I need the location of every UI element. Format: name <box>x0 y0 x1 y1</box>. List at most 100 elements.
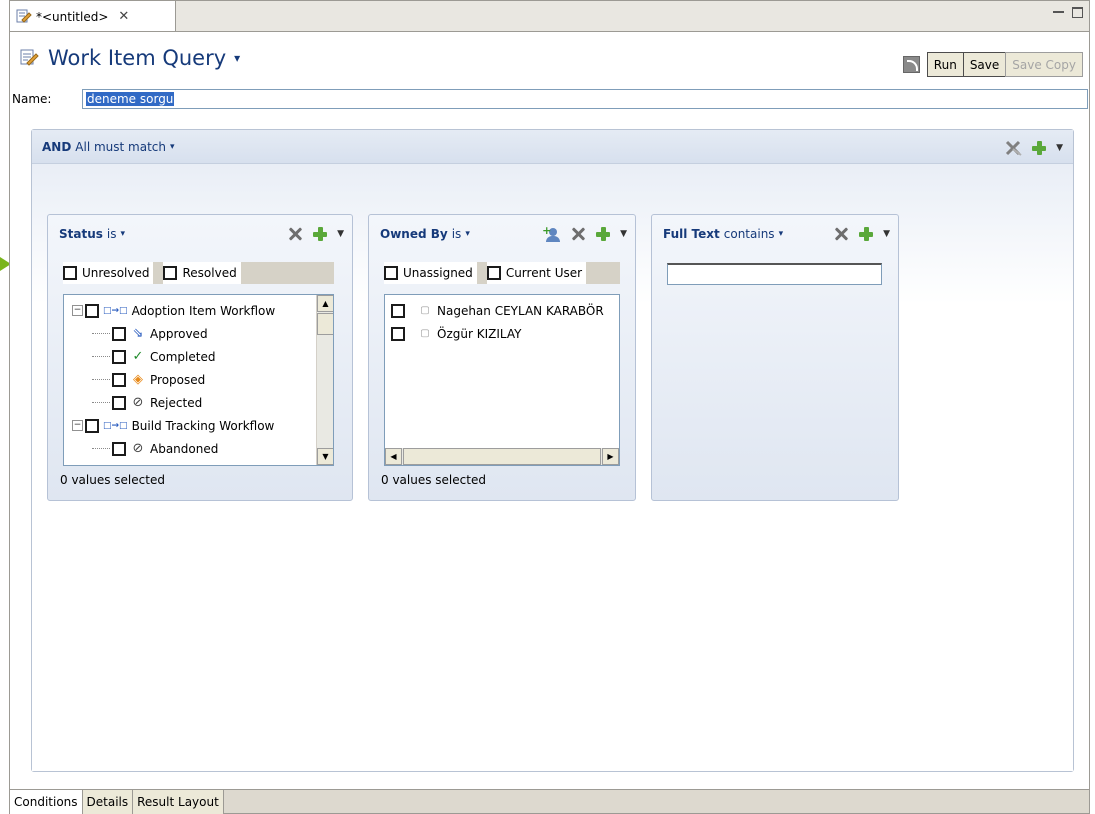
editor-tab-title: *<untitled> <box>36 9 109 24</box>
run-button[interactable]: Run <box>926 52 964 77</box>
tree-item-adoption-item-workflow[interactable]: − □→□ Adoption Item Workflow <box>72 299 333 322</box>
conditions-panel: AND All must match ▾ ▼ Status is ▾ ▼ Unr… <box>31 129 1074 772</box>
status-condition-card: Status is ▾ ▼ Unresolved Resolved − □→□ … <box>47 214 353 501</box>
remove-all-icon[interactable] <box>1004 139 1022 157</box>
workflow-icon: □→□ <box>103 420 128 431</box>
chevron-down-icon[interactable]: ▾ <box>465 229 470 239</box>
tree-item-rejected[interactable]: ⊘ Rejected <box>72 391 333 414</box>
checkbox-box[interactable] <box>85 418 99 433</box>
tree-item-completed[interactable]: ✓ Completed <box>72 345 333 368</box>
full-text-operator-dropdown[interactable]: contains <box>724 227 775 241</box>
minimize-icon[interactable] <box>1053 7 1064 13</box>
query-toolbar: Run Save Save Copy <box>902 52 1083 77</box>
editor-frame: Work Item Query ▾ Run Save Save Copy Nam… <box>9 31 1090 814</box>
chevron-down-icon[interactable]: ▼ <box>1056 143 1063 153</box>
close-icon[interactable]: ✕ <box>118 9 129 24</box>
chevron-down-icon[interactable]: ▼ <box>337 229 344 239</box>
user-item[interactable]: ▢ Özgür KIZILAY <box>391 322 619 345</box>
scroll-right-icon[interactable]: ▶ <box>602 448 619 465</box>
tab-details[interactable]: Details <box>82 790 134 814</box>
scroll-down-icon[interactable]: ▼ <box>317 448 333 465</box>
add-condition-icon[interactable] <box>595 226 611 242</box>
workflow-icon: □→□ <box>103 305 128 316</box>
resolved-checkbox[interactable]: Resolved <box>163 262 241 284</box>
proposed-icon: ◈ <box>133 372 143 387</box>
tree-item-abandoned[interactable]: ⊘ Abandoned <box>72 437 333 460</box>
editor-tab-untitled[interactable]: *<untitled> ✕ <box>10 1 176 32</box>
name-label: Name: <box>12 92 52 106</box>
owned-by-operator-dropdown[interactable]: is <box>452 227 462 241</box>
scroll-thumb[interactable] <box>403 448 601 465</box>
chevron-down-icon[interactable]: ▾ <box>779 229 784 239</box>
owned-by-condition-card: Owned By is ▾ + ▼ Unassigned Current Use… <box>368 214 636 501</box>
logic-operator: AND <box>42 139 72 154</box>
owned-by-attribute-label: Owned By <box>380 227 448 241</box>
status-tree[interactable]: − □→□ Adoption Item Workflow ⇘ Approved <box>63 294 334 466</box>
checkbox-box[interactable] <box>112 326 126 341</box>
chevron-down-icon[interactable]: ▼ <box>883 229 890 239</box>
checkbox-box[interactable] <box>391 326 405 341</box>
full-text-input[interactable] <box>667 263 882 285</box>
checkbox-box[interactable] <box>163 266 178 280</box>
tree-item-build-tracking-workflow[interactable]: − □→□ Build Tracking Workflow <box>72 414 333 437</box>
tree-item-label: Build Tracking Workflow <box>131 418 275 433</box>
tree-item-approved[interactable]: ⇘ Approved <box>72 322 333 345</box>
tree-item-proposed[interactable]: ◈ Proposed <box>72 368 333 391</box>
checkbox-box[interactable] <box>112 441 126 456</box>
add-user-icon[interactable]: + <box>542 224 561 242</box>
scroll-up-icon[interactable]: ▲ <box>317 295 333 312</box>
owner-list[interactable]: ▢ Nagehan CEYLAN KARABÖR ▢ Özgür KIZILAY… <box>384 294 620 466</box>
approved-icon: ⇘ <box>132 326 144 341</box>
checkbox-label: Resolved <box>182 266 237 280</box>
remove-condition-icon[interactable] <box>833 226 849 242</box>
page-title: Work Item Query <box>48 46 227 70</box>
checkbox-box[interactable] <box>112 395 126 410</box>
remove-condition-icon[interactable] <box>287 226 303 242</box>
tree-item-label: Rejected <box>150 395 203 410</box>
checkbox-label: Current User <box>505 266 583 280</box>
chevron-down-icon[interactable]: ▼ <box>620 229 627 239</box>
collapse-icon[interactable]: − <box>72 420 83 431</box>
tree-item-label: Abandoned <box>150 441 219 456</box>
checkbox-box[interactable] <box>63 266 77 280</box>
checkbox-box[interactable] <box>112 372 126 387</box>
checkbox-box[interactable] <box>112 349 126 364</box>
vertical-scrollbar[interactable]: ▲ ▼ <box>316 295 333 465</box>
rss-feed-icon[interactable] <box>902 56 920 73</box>
checkbox-box[interactable] <box>85 303 99 318</box>
status-quick-filters: Unresolved Resolved <box>63 262 334 284</box>
checkbox-label: Unassigned <box>403 266 473 280</box>
tree-item-label: Adoption Item Workflow <box>131 303 276 318</box>
unassigned-checkbox[interactable]: Unassigned <box>384 262 477 284</box>
tab-result-layout[interactable]: Result Layout <box>133 790 224 814</box>
conditions-body: Status is ▾ ▼ Unresolved Resolved − □→□ … <box>32 164 1073 771</box>
tree-item-label: Completed <box>150 349 216 364</box>
horizontal-scrollbar[interactable]: ◀ ▶ <box>385 448 619 465</box>
current-user-checkbox[interactable]: Current User <box>486 262 587 284</box>
checkbox-box[interactable] <box>384 266 398 280</box>
name-field[interactable]: deneme sorgu <box>82 89 1088 109</box>
chevron-down-icon[interactable]: ▾ <box>170 142 175 152</box>
scroll-left-icon[interactable]: ◀ <box>385 448 402 465</box>
remove-condition-icon[interactable] <box>570 226 586 242</box>
scroll-thumb[interactable] <box>317 313 333 335</box>
collapse-icon[interactable]: − <box>72 305 83 316</box>
checkbox-box[interactable] <box>486 266 501 280</box>
save-button[interactable]: Save <box>962 52 1007 77</box>
add-condition-icon[interactable] <box>312 226 328 242</box>
checkbox-box[interactable] <box>391 303 405 318</box>
save-copy-button[interactable]: Save Copy <box>1005 52 1083 77</box>
tab-conditions[interactable]: Conditions <box>10 790 83 814</box>
full-text-condition-card: Full Text contains ▾ ▼ <box>651 214 899 501</box>
user-item[interactable]: ▢ Nagehan CEYLAN KARABÖR <box>391 299 619 322</box>
title-dropdown-icon[interactable]: ▾ <box>234 51 240 65</box>
chevron-down-icon[interactable]: ▾ <box>121 229 126 239</box>
status-operator-dropdown[interactable]: is <box>107 227 117 241</box>
unresolved-checkbox[interactable]: Unresolved <box>63 262 154 284</box>
tree-item-label: Approved <box>150 326 208 341</box>
match-mode-dropdown[interactable]: All must match <box>75 140 166 154</box>
add-condition-icon[interactable] <box>1031 140 1047 156</box>
add-condition-icon[interactable] <box>858 226 874 242</box>
conditions-header: AND All must match ▾ ▼ <box>32 130 1073 164</box>
maximize-icon[interactable] <box>1072 7 1083 18</box>
